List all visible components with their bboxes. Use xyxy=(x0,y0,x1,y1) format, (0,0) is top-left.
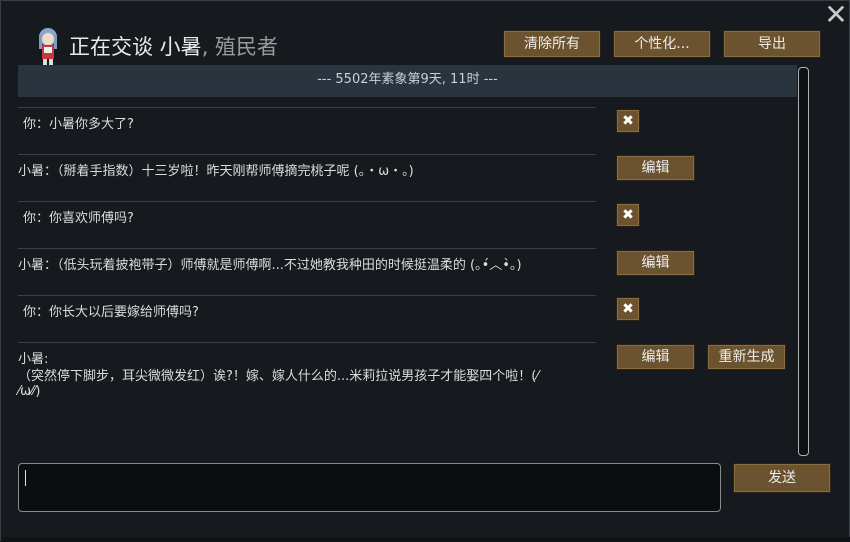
edit-message-button[interactable]: 编辑 xyxy=(616,344,695,370)
message-divider xyxy=(18,248,596,249)
regenerate-button[interactable]: 重新生成 xyxy=(707,344,786,370)
message-divider xyxy=(18,154,596,155)
delete-message-button[interactable]: ✖ xyxy=(616,109,640,133)
date-bar: --- 5502年素象第9天, 11时 --- xyxy=(18,65,797,97)
export-button[interactable]: 导出 xyxy=(723,30,821,58)
colonist-message-continued: ⁄ω⁄⁄) xyxy=(18,384,41,399)
colonist-message: （突然停下脚步，耳尖微微发红）诶?！嫁、嫁人什么的...米莉拉说男孩子才能娶四个… xyxy=(18,369,539,384)
colonist-message-speaker: 小暑: xyxy=(18,352,49,367)
user-message: 你：你喜欢师傅吗? xyxy=(23,211,134,226)
colonist-message: 小暑：（掰着手指数）十三岁啦！昨天刚帮师傅摘完桃子呢 (。・ω・。) xyxy=(18,164,414,179)
title-name: 正在交谈 小暑 xyxy=(69,35,202,59)
title-role: , 殖民者 xyxy=(201,35,279,59)
message-divider xyxy=(18,107,596,108)
edit-message-button[interactable]: 编辑 xyxy=(616,155,695,181)
edit-message-button[interactable]: 编辑 xyxy=(616,250,695,276)
colonist-message: 小暑：（低头玩着披袍带子）师傅就是师傅啊...不过她教我种田的时候挺温柔的 (｡… xyxy=(18,258,522,273)
send-button[interactable]: 发送 xyxy=(733,463,831,493)
message-divider xyxy=(18,342,596,343)
close-icon[interactable]: ✕ xyxy=(823,1,849,29)
page-title: 正在交谈 小暑, 殖民者 xyxy=(69,31,278,61)
clear-all-button[interactable]: 清除所有 xyxy=(503,30,601,58)
message-divider xyxy=(18,201,596,202)
bottom-strip xyxy=(1,537,850,542)
delete-message-button[interactable]: ✖ xyxy=(616,297,640,321)
chat-dialog: ✕ 正在交谈 小暑, 殖民者 清除所有 个性化... 导出 --- 5502年素… xyxy=(0,0,850,542)
delete-message-button[interactable]: ✖ xyxy=(616,203,640,227)
user-message: 你：你长大以后要嫁给师傅吗? xyxy=(23,305,199,320)
message-input[interactable] xyxy=(18,463,721,512)
user-message: 你：小暑你多大了? xyxy=(23,117,134,132)
personalize-button[interactable]: 个性化... xyxy=(613,30,711,58)
text-caret xyxy=(25,470,26,486)
message-divider xyxy=(18,295,596,296)
scrollbar-thumb[interactable] xyxy=(798,67,809,456)
